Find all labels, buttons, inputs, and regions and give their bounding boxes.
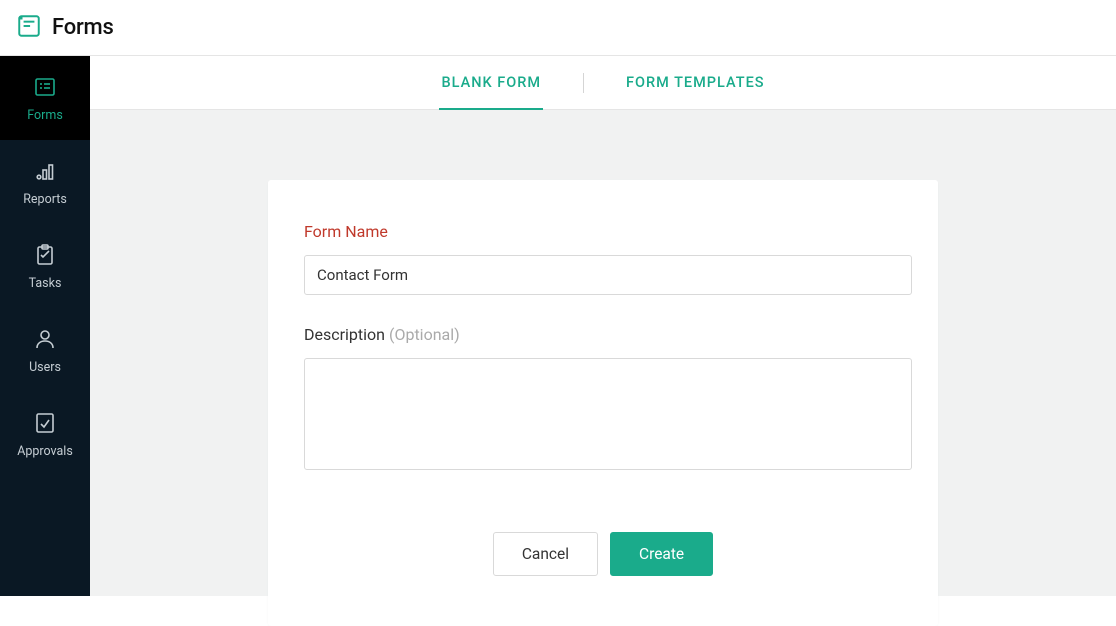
form-name-group: Form Name: [304, 222, 902, 295]
form-desc-input[interactable]: [304, 358, 912, 470]
user-icon: [32, 326, 58, 352]
sidebar-item-label: Forms: [27, 108, 63, 123]
button-row: Cancel Create: [304, 532, 902, 576]
form-card: Form Name Description (Optional) Cancel …: [268, 180, 938, 626]
chart-icon: [32, 158, 58, 184]
sidebar: Forms Reports Tasks: [0, 56, 90, 596]
approval-icon: [32, 410, 58, 436]
form-icon: [32, 74, 58, 100]
app-header: Forms: [0, 0, 1116, 56]
form-desc-group: Description (Optional): [304, 325, 902, 474]
sidebar-item-users[interactable]: Users: [0, 308, 90, 392]
create-button[interactable]: Create: [610, 532, 713, 576]
sidebar-item-forms[interactable]: Forms: [0, 56, 90, 140]
sidebar-item-tasks[interactable]: Tasks: [0, 224, 90, 308]
tab-blank-form[interactable]: BLANK FORM: [439, 56, 543, 110]
tab-form-templates[interactable]: FORM TEMPLATES: [624, 56, 767, 110]
form-name-label: Form Name: [304, 222, 902, 241]
tab-label: FORM TEMPLATES: [626, 74, 765, 91]
main-content: BLANK FORM FORM TEMPLATES Form Name Desc…: [90, 56, 1116, 596]
app-logo: Forms: [16, 13, 114, 43]
form-desc-optional: (Optional): [389, 325, 460, 344]
clipboard-icon: [32, 242, 58, 268]
sidebar-item-approvals[interactable]: Approvals: [0, 392, 90, 476]
app-title: Forms: [52, 15, 114, 40]
tab-divider: [583, 73, 584, 93]
forms-logo-icon: [16, 13, 42, 43]
sidebar-item-reports[interactable]: Reports: [0, 140, 90, 224]
sidebar-item-label: Approvals: [17, 444, 73, 459]
tab-bar: BLANK FORM FORM TEMPLATES: [90, 56, 1116, 110]
sidebar-item-label: Tasks: [29, 276, 62, 291]
form-name-input[interactable]: [304, 255, 912, 295]
cancel-button[interactable]: Cancel: [493, 532, 598, 576]
sidebar-item-label: Reports: [23, 192, 67, 207]
content-area: Form Name Description (Optional) Cancel …: [90, 110, 1116, 626]
form-desc-label-text: Description: [304, 325, 389, 344]
sidebar-item-label: Users: [29, 360, 61, 375]
form-desc-label: Description (Optional): [304, 325, 902, 344]
tab-label: BLANK FORM: [441, 74, 541, 91]
